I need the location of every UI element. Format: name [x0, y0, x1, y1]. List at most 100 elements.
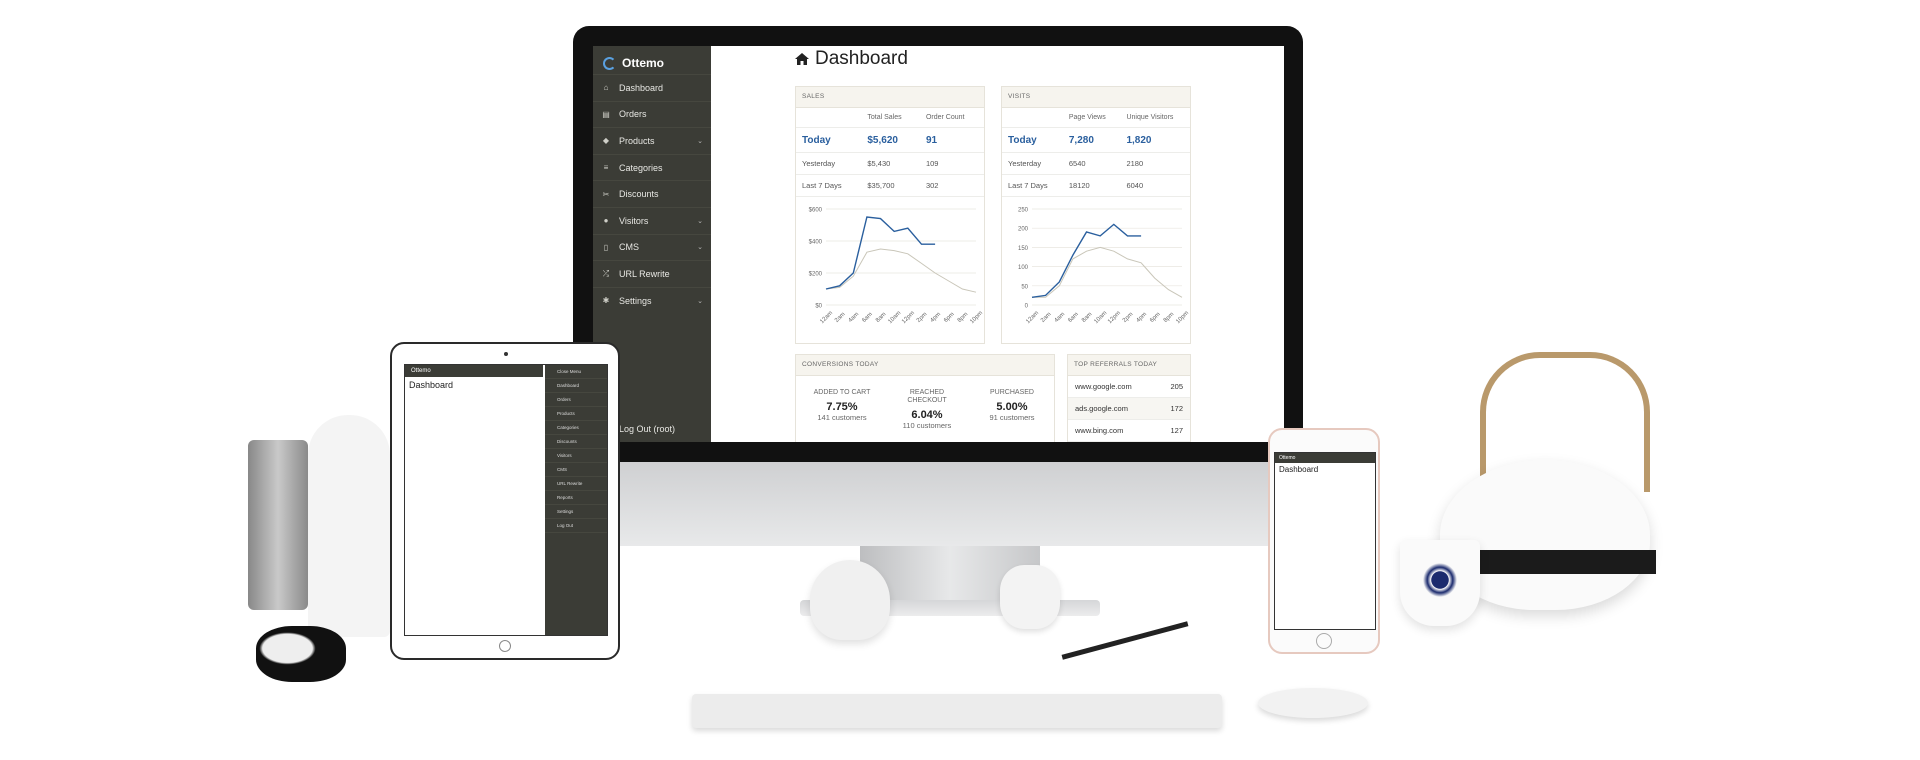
x-tick-label: 6pm: [1149, 311, 1161, 323]
mouse: [1258, 688, 1368, 718]
ipad-menu-item[interactable]: Close Menu: [545, 365, 607, 379]
chevron-down-icon: ⌄: [697, 217, 703, 225]
iphone-brand: Ottemo: [1275, 453, 1375, 463]
brand-name: Ottemo: [622, 56, 664, 70]
pencil: [1061, 621, 1189, 660]
teapot-band: [1480, 550, 1656, 574]
sidebar-item-discounts[interactable]: ✂ Discounts: [593, 180, 711, 207]
ipad-menu-item[interactable]: Reports: [545, 491, 607, 505]
ceramic-vase: [308, 415, 390, 637]
sidebar-item-products[interactable]: ◆ Products ⌄: [593, 127, 711, 154]
conversion-value: 5.00%: [996, 401, 1028, 413]
sales-panel: SALES Total Sales Order Count Today $5,6…: [795, 86, 985, 344]
conversion-customers: 91 customers: [989, 413, 1035, 422]
referral-site: ads.google.com: [1075, 404, 1128, 413]
table-row: Today 7,280 1,820: [1002, 127, 1190, 153]
sidebar-item-label: Dashboard: [619, 82, 664, 93]
sidebar-item-label: CMS: [619, 242, 639, 253]
ipad-screen: Ottemo Dashboard Close Menu Dashboard Orde…: [404, 364, 608, 636]
sidebar-item-cms[interactable]: ▯ CMS ⌄: [593, 233, 711, 261]
y-tick-label: 100: [1018, 265, 1029, 271]
x-tick-label: 4pm: [930, 311, 942, 323]
ipad-menu-item[interactable]: Settings: [545, 505, 607, 519]
tag-icon: ◆: [602, 136, 610, 146]
series-line: [1032, 246, 1183, 298]
order-count-cell: 109: [919, 152, 984, 175]
ipad-menu-item[interactable]: Log Out: [545, 519, 607, 533]
referral-count: 205: [1170, 382, 1183, 391]
sidebar-item-visitors[interactable]: ● Visitors ⌄: [593, 206, 711, 234]
x-tick-label: 2am: [834, 311, 846, 323]
table-row: Last 7 Days $35,700 302: [796, 174, 984, 197]
y-tick-label: $200: [809, 272, 823, 278]
row-label: Today: [796, 127, 862, 153]
table-header-cell: [1002, 108, 1063, 128]
ipad-menu-item[interactable]: Visitors: [545, 449, 607, 463]
ottemo-logo-icon: [603, 56, 616, 70]
ipad-camera: [504, 352, 508, 356]
visits-table: Page Views Unique Visitors Today 7,280 1…: [1002, 108, 1190, 197]
conversion-customers: 141 customers: [817, 413, 867, 422]
sidebar-item-dashboard[interactable]: ⌂ Dashboard: [593, 74, 711, 101]
sidebar-item-label: URL Rewrite: [619, 268, 670, 279]
conversion-label: PURCHASED: [990, 389, 1034, 396]
order-count-cell: 302: [919, 174, 984, 197]
ipad-menu-item[interactable]: URL Rewrite: [545, 477, 607, 491]
referral-count: 127: [1170, 426, 1183, 435]
ipad-menu-item[interactable]: Orders: [545, 393, 607, 407]
pencil-cup: [248, 440, 308, 610]
unique-visitors-cell: 1,820: [1120, 127, 1190, 153]
ipad-menu-item[interactable]: Products: [545, 407, 607, 421]
table-header-row: Total Sales Order Count: [796, 108, 984, 128]
iphone-home-button[interactable]: [1316, 633, 1332, 649]
list-item[interactable]: www.bing.com 127: [1068, 420, 1190, 442]
brand[interactable]: Ottemo: [603, 52, 664, 74]
visits-panel: VISITS Page Views Unique Visitors Today …: [1001, 86, 1191, 344]
sidebar-item-settings[interactable]: ✱ Settings ⌄: [593, 286, 711, 314]
list-item[interactable]: ads.google.com 172: [1068, 398, 1190, 420]
x-tick-label: 2am: [1040, 311, 1052, 323]
table-header-cell: Page Views: [1062, 108, 1121, 128]
conversion-label: REACHED CHECKOUT: [907, 389, 947, 404]
ipad-menu-item[interactable]: Dashboard: [545, 379, 607, 393]
sidebar-item-label: Settings: [619, 295, 652, 306]
x-tick-label: 6am: [861, 311, 873, 323]
x-tick-label: 2pm: [916, 311, 928, 323]
sidebar-item-orders[interactable]: ▤ Orders: [593, 100, 711, 128]
chevron-down-icon: ⌄: [697, 244, 703, 252]
row-label: Yesterday: [796, 152, 862, 175]
file-icon: ▯: [603, 242, 609, 252]
sidebar-nav: ⌂ Dashboard ▤ Orders ◆ Products ⌄ ≡ Categories ✂ D…: [593, 74, 711, 313]
referral-site: www.google.com: [1075, 382, 1132, 391]
ipad-home-button[interactable]: [499, 640, 511, 652]
table-header-row: Page Views Unique Visitors: [1002, 108, 1190, 128]
x-tick-label: 4am: [1054, 311, 1066, 323]
ipad-menu-item[interactable]: Discounts: [545, 435, 607, 449]
table-row: Today $5,620 91: [796, 127, 984, 153]
sidebar-item-label: Orders: [619, 109, 647, 120]
x-tick-label: 4pm: [1136, 311, 1148, 323]
sidebar-item-categories[interactable]: ≡ Categories: [593, 153, 711, 181]
ipad-menu-item[interactable]: CMS: [545, 463, 607, 477]
row-label: Last 7 Days: [1002, 174, 1063, 197]
y-tick-label: 0: [1025, 304, 1029, 310]
table-row: Last 7 Days 18120 6040: [1002, 174, 1190, 197]
logout-link[interactable]: Log Out (root): [619, 424, 675, 434]
referrals-panel: TOP REFERRALS TODAY www.google.com 205 a…: [1067, 354, 1191, 442]
x-tick-label: 2pm: [1122, 311, 1134, 323]
sales-table: Total Sales Order Count Today $5,620 91 …: [796, 108, 984, 197]
sales-heading: SALES: [796, 87, 984, 108]
chevron-down-icon: ⌄: [697, 297, 703, 305]
table-header-cell: Order Count: [919, 108, 984, 128]
visits-line-chart: 0 50 100 150 200 250 12am 2am 4am 6am 8am 10am12pm 2…: [1018, 208, 1190, 326]
total-sales-cell: $5,430: [861, 152, 920, 175]
ipad-menu-item[interactable]: Categories: [545, 421, 607, 435]
row-label: Today: [1002, 127, 1063, 153]
main-content: Dashboard SALES Total Sales Order Count …: [711, 46, 1284, 442]
order-count-cell: 91: [919, 127, 984, 153]
x-tick-label: 12pm: [1107, 310, 1122, 325]
list-item[interactable]: www.google.com 205: [1068, 376, 1190, 398]
sidebar-item-url-rewrite[interactable]: ⤮ URL Rewrite: [593, 260, 711, 287]
sidebar-item-label: Discounts: [619, 189, 659, 200]
conversion-label: ADDED TO CART: [813, 389, 871, 396]
